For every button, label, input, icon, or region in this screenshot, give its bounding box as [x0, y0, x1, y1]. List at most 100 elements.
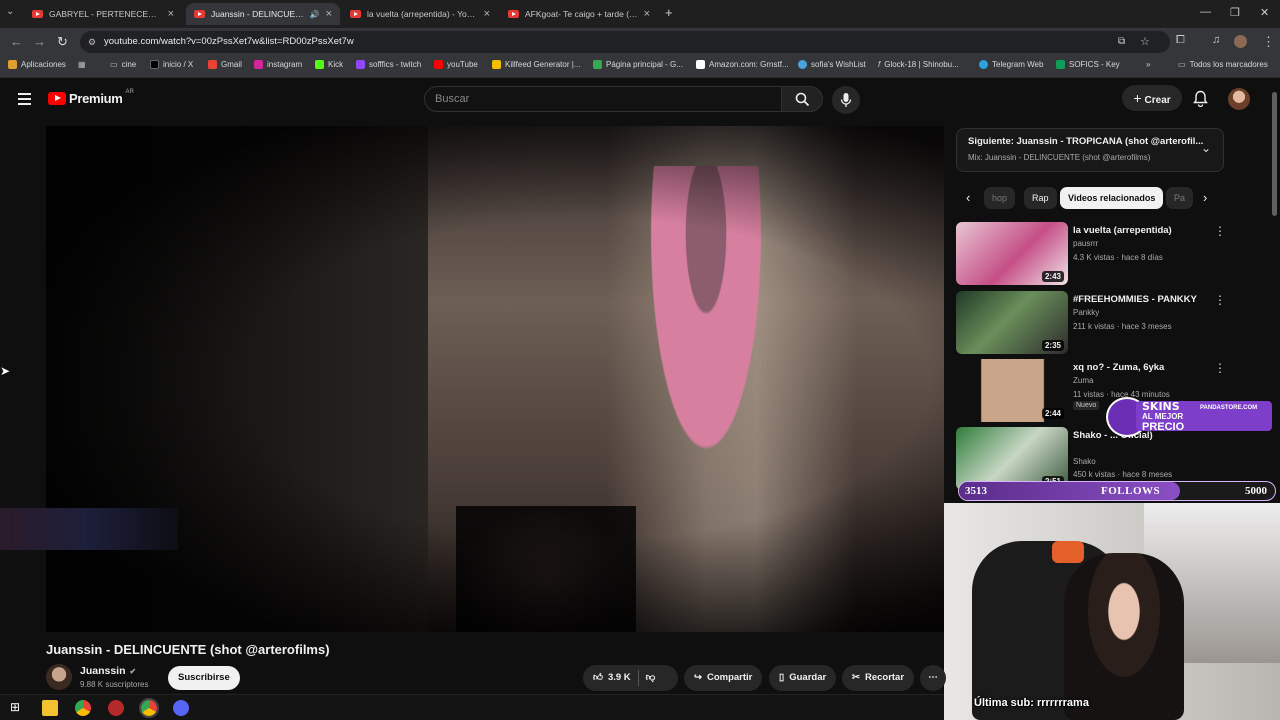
tab-search-chevron-icon[interactable]: ⌄ [6, 6, 14, 17]
next-up-title: Siguiente: Juanssin - TROPICANA (shot @a… [968, 136, 1204, 147]
search-input[interactable]: Buscar [424, 86, 782, 112]
extensions-icon[interactable]: ⧠ [1176, 34, 1185, 47]
dislike-button[interactable]: 👎︎ [646, 665, 656, 691]
chevron-down-icon[interactable]: ⌄ [1201, 141, 1211, 155]
all-bookmarks[interactable]: ▭ Todos los marcadores [1178, 60, 1268, 69]
back-icon[interactable]: ← [10, 34, 23, 49]
new-badge: Nuevo [1073, 401, 1100, 410]
bookmark-wishlist[interactable]: sofia's WishList [798, 60, 866, 69]
bookmark-amazon[interactable]: Amazon.com: Grnstf... [696, 60, 789, 69]
close-tab-icon[interactable]: × [644, 8, 650, 20]
chips-prev-icon[interactable]: ‹ [966, 190, 970, 205]
notifications-bell-icon[interactable] [1193, 90, 1208, 107]
media-controls-icon[interactable]: ♫ [1212, 34, 1220, 46]
close-window-icon[interactable]: ✕ [1260, 6, 1269, 19]
clip-button[interactable]: ✂ Recortar [842, 665, 915, 691]
bookmark-gmail[interactable]: Gmail [208, 60, 242, 69]
url-text: youtube.com/watch?v=00zPssXet7w&list=RD0… [104, 36, 354, 47]
bookmark-sofics[interactable]: SOFICS - Key [1056, 60, 1120, 69]
chrome-icon[interactable] [75, 700, 91, 716]
voice-search-button[interactable] [832, 86, 860, 114]
hamburger-menu-icon[interactable] [18, 93, 31, 105]
close-tab-icon[interactable]: × [326, 8, 332, 20]
chip-partial[interactable]: Pa [1166, 187, 1194, 209]
chips-next-icon[interactable]: › [1203, 190, 1207, 205]
account-avatar[interactable] [1228, 88, 1250, 110]
profile-avatar[interactable] [1234, 35, 1247, 48]
discord-icon[interactable] [173, 700, 189, 716]
tab-la-vuelta[interactable]: la vuelta (arrepentida) - YouTu... × [342, 3, 498, 25]
more-options-icon[interactable]: ⋮ [1214, 293, 1226, 307]
install-app-icon[interactable]: ⧉ [1118, 31, 1125, 53]
tab-gabryel[interactable]: GABRYEL - PERTENECEMOS (V... × [24, 3, 182, 25]
subscriber-count: 9.88 K suscriptores [80, 680, 149, 689]
more-options-icon[interactable]: ⋮ [1214, 224, 1226, 238]
bookmark-youtube[interactable]: youTube [434, 60, 478, 69]
search-icon [795, 92, 810, 107]
bookmark-instagram[interactable]: instagram [254, 60, 302, 69]
video-thumbnail[interactable]: 2:44 [956, 359, 1068, 422]
video-title: Juanssin - DELINCUENTE (shot @arterofilm… [46, 642, 330, 657]
amazon-icon [696, 60, 705, 69]
bookmark-cine[interactable]: ▭ cine [110, 60, 136, 69]
address-bar[interactable]: ⚙ youtube.com/watch?v=00zPssXet7w&list=R… [80, 31, 1170, 53]
youtube-premium-logo[interactable]: Premium AR [48, 89, 134, 106]
chip-hiphop[interactable]: hop [984, 187, 1016, 209]
bookmark-star-icon[interactable]: ☆ [1140, 31, 1150, 53]
bookmark-twitch[interactable]: sofffics - twitch [356, 60, 421, 69]
youtube-logo-icon [48, 92, 66, 105]
share-button[interactable]: ↪ Compartir [684, 665, 763, 691]
bookmark-glock[interactable]: f Glock-18 | Shinobu... [878, 60, 959, 69]
create-button[interactable]: + Crear [1122, 85, 1182, 111]
app-icon[interactable] [108, 700, 124, 716]
more-bookmarks-icon[interactable]: » [1146, 60, 1150, 69]
instagram-icon [254, 60, 263, 69]
bookmark-kick[interactable]: Kick [315, 60, 343, 69]
bookmark-apps[interactable]: Aplicaciones [8, 60, 66, 69]
related-video-item[interactable]: 2:43 la vuelta (arrepentida) pausrrr 4.3… [956, 222, 1266, 286]
tab-afkgoat[interactable]: AFKgoat- Te caigo + tarde (Vid... × [500, 3, 658, 25]
bookmark-telegram[interactable]: Telegram Web [979, 60, 1043, 69]
tab-groups-icon[interactable]: ▦ [78, 60, 86, 69]
more-options-icon[interactable]: ⋮ [1214, 361, 1226, 375]
chip-videos-relacionados[interactable]: Videos relacionados [1060, 187, 1164, 209]
restore-icon[interactable]: ❐ [1230, 6, 1240, 19]
channel-name[interactable]: Juanssin ✔ [80, 665, 136, 677]
file-explorer-icon[interactable] [42, 700, 58, 716]
like-button[interactable]: 👍︎ 3.9 K [593, 665, 631, 691]
site-info-icon[interactable]: ⚙ [88, 31, 96, 53]
related-video-item[interactable]: 2:35 #FREEHOMMIES - PANKKY Pankky 211 k … [956, 291, 1266, 355]
bookmark-google-drive[interactable]: Página principal - G... [593, 60, 683, 69]
video-vignette [46, 126, 944, 632]
browser-tab-bar: ⌄ GABRYEL - PERTENECEMOS (V... × Juanssi… [0, 0, 1280, 28]
browser-menu-icon[interactable]: ⋮ [1262, 34, 1275, 50]
folder-icon: ▭ [110, 60, 118, 69]
tab-juanssin-active[interactable]: Juanssin - DELINCUENTE (sh... 🔊 × [186, 3, 340, 25]
channel-avatar[interactable] [46, 664, 72, 690]
mouse-cursor-icon: ➤ [0, 364, 11, 378]
subscribe-button[interactable]: Suscribirse [168, 666, 240, 690]
search-button[interactable] [781, 86, 823, 112]
close-tab-icon[interactable]: × [484, 8, 490, 20]
more-actions-button[interactable]: ⋯ [920, 665, 946, 691]
reload-icon[interactable]: ↻ [57, 34, 68, 50]
minimize-icon[interactable]: — [1200, 6, 1211, 18]
streamer [1064, 553, 1184, 720]
chip-rap[interactable]: Rap [1024, 187, 1057, 209]
bookmark-killfeed[interactable]: Killfeed Generator |... [492, 60, 580, 69]
save-button[interactable]: ▯ Guardar [769, 665, 837, 691]
windows-start-icon[interactable]: ⊞ [10, 700, 20, 714]
microphone-icon [840, 93, 852, 107]
video-player[interactable] [46, 126, 944, 632]
chrome-active-icon[interactable] [139, 698, 159, 718]
page-scrollbar[interactable] [1272, 92, 1277, 216]
folder-icon: ▭ [1178, 60, 1186, 69]
forward-icon[interactable]: → [33, 34, 46, 49]
bookmark-x[interactable]: inicio / X [150, 60, 193, 69]
video-thumbnail[interactable]: 2:35 [956, 291, 1068, 354]
audio-playing-icon[interactable]: 🔊 [310, 10, 320, 19]
next-up-panel[interactable]: Siguiente: Juanssin - TROPICANA (shot @a… [956, 128, 1224, 172]
close-tab-icon[interactable]: × [168, 8, 174, 20]
new-tab-button[interactable]: + [665, 5, 673, 20]
video-thumbnail[interactable]: 2:43 [956, 222, 1068, 285]
